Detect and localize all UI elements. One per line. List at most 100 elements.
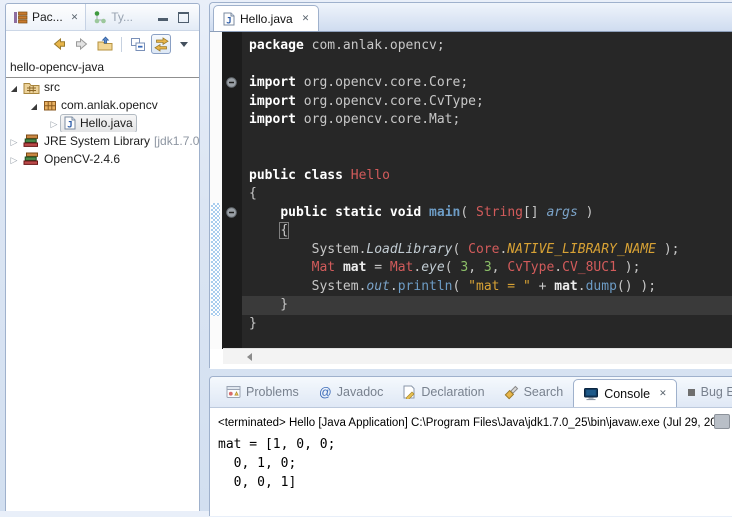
tree-item[interactable]: J Hello.java: [6, 114, 199, 132]
problems-icon: [226, 385, 241, 399]
fold-collapse-icon[interactable]: [226, 207, 237, 218]
tree-item[interactable]: JRE System Library [jdk1.7.0_: [6, 132, 199, 150]
project-root-label[interactable]: hello-opencv-java: [6, 57, 199, 78]
tree-expander-icon[interactable]: [8, 81, 20, 93]
forward-button[interactable]: [72, 34, 92, 54]
toolbar-separator: [121, 37, 122, 52]
tree-item[interactable]: com.anlak.opencv: [6, 96, 199, 114]
bottom-view-tabbar: Problems@JavadocDeclarationSearch Console…: [210, 377, 732, 408]
code-line[interactable]: Mat mat = Mat.eye( 3, 3, CvType.CV_8UC1 …: [242, 259, 732, 278]
back-button[interactable]: [49, 34, 69, 54]
tab-type-hierarchy[interactable]: Ty...: [86, 4, 140, 30]
up-button[interactable]: [95, 34, 115, 54]
tab-problems[interactable]: Problems: [217, 377, 308, 407]
package-icon: [43, 99, 57, 112]
tab-label: Hello.java: [240, 12, 293, 26]
folding-gutter[interactable]: [222, 32, 242, 349]
view-window-buttons: [158, 9, 199, 25]
console-output-line: 0, 1, 0;: [218, 454, 731, 473]
close-icon[interactable]: [71, 13, 79, 22]
editor-area: J Hello.java package com.anlak.opencv; im…: [209, 2, 732, 368]
tree-item-label: OpenCV-2.4.6: [44, 152, 120, 166]
tree-item-label: src: [44, 80, 60, 94]
view-menu-button[interactable]: [174, 34, 194, 54]
tree-expander-icon[interactable]: [48, 117, 60, 129]
chevron-down-icon: [180, 42, 188, 47]
tree-item-decoration: [jdk1.7.0_: [154, 134, 199, 148]
java-file-icon: J: [223, 12, 235, 26]
code-line[interactable]: import org.opencv.core.Core;: [242, 74, 732, 93]
tab-hello-java[interactable]: J Hello.java: [213, 5, 319, 31]
range-indicator: [211, 203, 220, 316]
tab-javadoc[interactable]: @Javadoc: [309, 377, 393, 407]
tab-label: Console: [604, 387, 650, 401]
code-line[interactable]: }: [242, 315, 732, 334]
console-output[interactable]: mat = [1, 0, 0; 0, 1, 0; 0, 0, 1]: [210, 432, 732, 495]
tree-expander-icon[interactable]: [28, 99, 40, 111]
console-view-panel: Problems@JavadocDeclarationSearch Console…: [209, 376, 732, 516]
minimize-icon[interactable]: [158, 9, 168, 21]
console-output-line: mat = [1, 0, 0;: [218, 435, 731, 454]
code-editor[interactable]: package com.anlak.opencv; import org.open…: [242, 32, 732, 349]
square-icon: [687, 388, 696, 397]
code-line[interactable]: import org.opencv.core.CvType;: [242, 93, 732, 112]
type-hierarchy-icon: [93, 10, 107, 25]
console-status-line: <terminated> Hello [Java Application] C:…: [210, 408, 732, 432]
console-toolbar-icon[interactable]: [714, 414, 730, 429]
svg-text:J: J: [226, 16, 231, 26]
console-output-line: 0, 0, 1]: [218, 473, 731, 492]
tree-item-label: JRE System Library: [44, 134, 150, 148]
tab-label: Pac...: [32, 10, 63, 24]
code-line[interactable]: System.out.println( "mat = " + mat.dump(…: [242, 278, 732, 297]
editor-tabbar: J Hello.java: [210, 3, 732, 32]
fold-collapse-icon[interactable]: [226, 77, 237, 88]
code-line[interactable]: }: [242, 296, 732, 315]
package-explorer-icon: [13, 10, 28, 25]
tree-item[interactable]: OpenCV-2.4.6: [6, 150, 199, 168]
tab-label: Ty...: [111, 10, 133, 24]
tree-item-label: Hello.java: [80, 116, 133, 130]
code-line[interactable]: public class Hello: [242, 167, 732, 186]
code-line[interactable]: System.LoadLibrary( Core.NATIVE_LIBRARY_…: [242, 241, 732, 260]
tab-bug-explorer[interactable]: Bug Explorer: [678, 377, 732, 407]
console-icon: [583, 387, 599, 401]
tab-search[interactable]: Search: [495, 377, 573, 407]
code-line[interactable]: package com.anlak.opencv;: [242, 37, 732, 56]
tab-declaration[interactable]: Declaration: [393, 377, 493, 407]
annotation-ruler[interactable]: [210, 32, 222, 349]
library-icon: [23, 134, 40, 148]
tab-package-explorer[interactable]: Pac...: [6, 4, 86, 30]
console-body: <terminated> Hello [Java Application] C:…: [210, 408, 732, 517]
maximize-icon[interactable]: [178, 12, 189, 23]
code-line[interactable]: {: [242, 222, 732, 241]
code-line[interactable]: {: [242, 185, 732, 204]
declaration-icon: [402, 385, 416, 399]
tree-item-label: com.anlak.opencv: [61, 98, 158, 112]
tree-item[interactable]: src: [6, 78, 199, 96]
link-with-editor-button[interactable]: [151, 34, 171, 54]
search-icon: [504, 385, 519, 400]
close-icon[interactable]: [659, 389, 667, 398]
svg-text:@: @: [319, 386, 332, 400]
code-line[interactable]: [242, 130, 732, 149]
horizontal-scrollbar[interactable]: [223, 348, 732, 364]
tree-expander-icon[interactable]: [8, 135, 20, 147]
code-line[interactable]: [242, 148, 732, 167]
scroll-left-arrow-icon[interactable]: [247, 353, 252, 361]
java-file-icon: J: [64, 116, 76, 130]
code-line[interactable]: public static void main( String[] args ): [242, 204, 732, 223]
tab-console[interactable]: Console: [573, 379, 676, 407]
collapse-all-button[interactable]: [128, 34, 148, 54]
editor-body: package com.anlak.opencv; import org.open…: [210, 32, 732, 349]
close-icon[interactable]: [302, 14, 310, 23]
editor-bottom-edge: [210, 364, 732, 369]
tree-expander-icon[interactable]: [8, 153, 20, 165]
code-line[interactable]: [242, 56, 732, 75]
project-tree: hello-opencv-java srccom.anlak.opencv J He…: [6, 57, 199, 168]
package-explorer-panel: Pac... Ty... hello-opencv-java srccom.an…: [5, 3, 200, 511]
svg-text:J: J: [67, 121, 72, 131]
left-view-tabbar: Pac... Ty...: [6, 4, 199, 31]
code-line[interactable]: import org.opencv.core.Mat;: [242, 111, 732, 130]
package-explorer-toolbar: [6, 31, 199, 57]
library-icon: [23, 152, 40, 166]
